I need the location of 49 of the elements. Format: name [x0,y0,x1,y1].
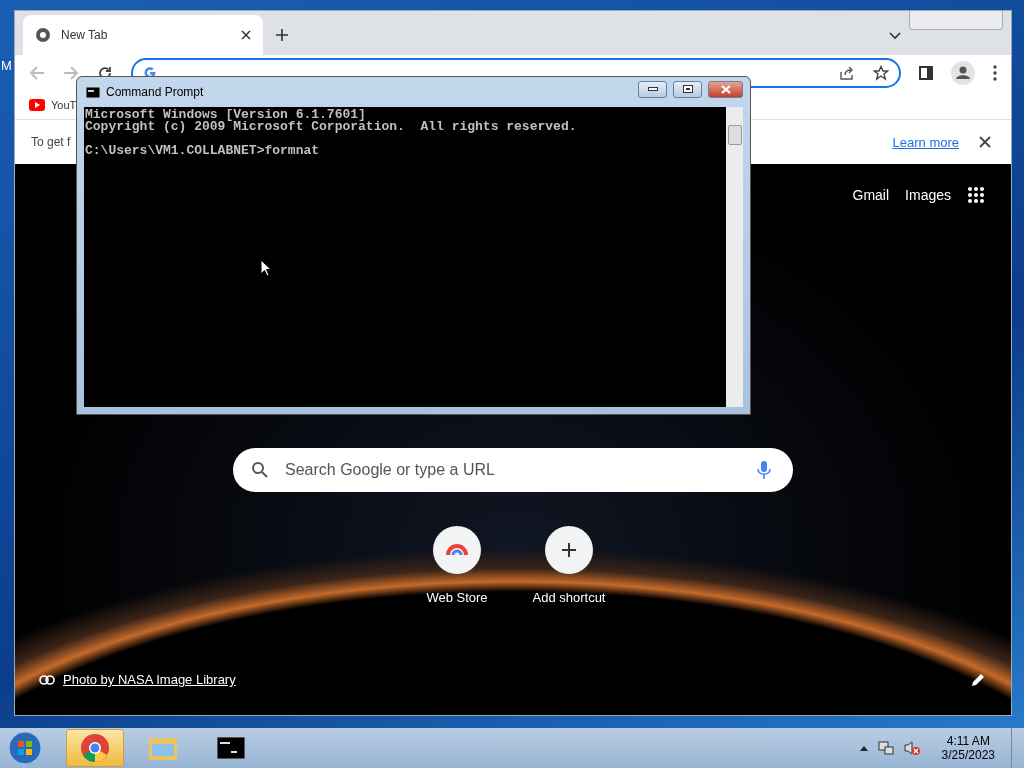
search-icon [251,461,269,479]
shortcut-tile[interactable]: Add shortcut [523,526,615,605]
search-bar[interactable]: Search Google or type a URL [233,448,793,492]
header-link[interactable]: Gmail [852,187,890,203]
chevron-down-icon[interactable] [889,32,901,40]
play-logo-icon [29,99,45,111]
window-title: Command Prompt [106,85,204,99]
pencil-icon[interactable] [971,672,985,687]
minimize-button[interactable] [638,80,667,98]
search-field[interactable]: Search Google or type a URL [283,460,743,480]
scrollbar[interactable] [726,107,743,407]
photo-credit-link[interactable]: Photo by NASA Image Library [63,672,236,687]
new-tab-icon[interactable] [275,28,289,42]
profile-icon[interactable] [951,61,975,85]
console-icon [86,86,100,98]
close-icon[interactable] [979,136,991,148]
header-link[interactable]: Images [905,187,951,203]
close-button[interactable] [708,80,743,98]
star-icon[interactable] [873,65,889,81]
browser-tab[interactable]: New Tab [23,15,263,55]
apps-grid-icon[interactable] [967,186,985,204]
speaker-muted-icon[interactable] [903,740,920,756]
minimize-icon [647,87,658,91]
shortcut-tile[interactable]: Web Store [411,526,503,605]
side-panel-icon[interactable] [919,66,933,80]
info-text: To get f [31,135,71,149]
network-icon[interactable] [877,740,894,756]
close-icon[interactable] [241,30,251,40]
plus-icon [561,542,577,558]
clock[interactable]: 4:11 AM 3/25/2023 [935,734,1001,762]
close-icon [720,84,731,94]
menu-icon[interactable] [993,65,997,81]
start-button-icon[interactable] [8,731,42,765]
learn-more-link[interactable]: Learn more [892,134,959,150]
share-icon[interactable] [839,65,855,81]
maximize-button[interactable] [673,80,702,98]
bookmark-item[interactable]: YouT [29,99,77,111]
mouse-pointer-icon [260,259,272,277]
console-line: Microsoft Windows [Version 6.1.7601] [85,109,366,121]
desktop-icon-label: M [1,58,12,73]
microphone-icon[interactable] [757,460,771,480]
maximize-icon [682,85,693,93]
tray-arrow-icon[interactable] [859,745,868,751]
rainbow-arc-icon [446,543,468,557]
console-line: C:\Users\VM1.COLLABNET>formnat [85,145,321,157]
console-icon [217,737,245,759]
link-icon [39,674,55,685]
folder-icon [148,735,178,761]
console-line: Copyright (c) 2009 Microsoft Corporation. All rights reserved. [85,121,578,133]
